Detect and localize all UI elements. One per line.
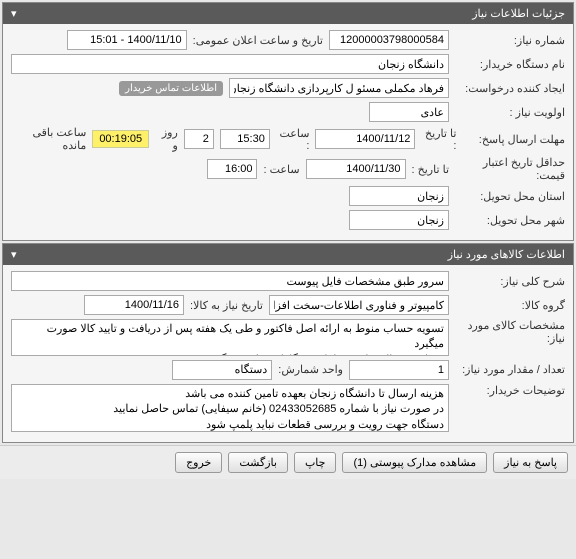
requester-input	[229, 78, 449, 98]
need-details-body: شماره نیاز: تاریخ و ساعت اعلان عمومی: نا…	[3, 24, 573, 240]
validity-time-input	[207, 159, 257, 179]
reply-time-label: ساعت :	[276, 127, 310, 152]
qty-label: تعداد / مقدار مورد نیاز:	[455, 363, 565, 376]
desc-input	[11, 271, 449, 291]
public-announce-input	[67, 30, 187, 50]
goods-info-panel: اطلاعات کالاهای مورد نیاز ▾ شرح کلی نیاز…	[2, 243, 574, 443]
specs-textarea	[11, 319, 449, 356]
specs-label: مشخصات کالای مورد نیاز:	[455, 319, 565, 345]
buyer-input	[11, 54, 449, 74]
need-details-panel: جزئیات اطلاعات نیاز ▾ شماره نیاز: تاریخ …	[2, 2, 574, 241]
goods-info-title: اطلاعات کالاهای مورد نیاز	[448, 248, 565, 261]
province-input	[349, 186, 449, 206]
notes-textarea	[11, 384, 449, 432]
collapse-icon[interactable]: ▾	[11, 248, 17, 261]
validity-date-input	[306, 159, 406, 179]
print-button[interactable]: چاپ	[294, 452, 337, 473]
unit-input	[172, 360, 272, 380]
city-label: شهر محل تحویل:	[455, 214, 565, 227]
action-button-row: پاسخ به نیاز مشاهده مدارک پیوستی (1) چاپ…	[0, 445, 576, 479]
notes-label: توضیحات خریدار:	[455, 384, 565, 397]
exit-button[interactable]: خروج	[175, 452, 222, 473]
requester-label: ایجاد کننده درخواست:	[455, 82, 565, 95]
validity-to-label: تا تاریخ :	[412, 163, 449, 176]
days-remaining-input	[184, 129, 214, 149]
back-button[interactable]: بازگشت	[228, 452, 288, 473]
days-label: روز و	[155, 126, 178, 152]
need-to-date-label: تاریخ نیاز به کالا:	[190, 299, 263, 312]
goods-info-header: اطلاعات کالاهای مورد نیاز ▾	[3, 244, 573, 265]
need-no-input	[329, 30, 449, 50]
group-label: گروه کالا:	[455, 299, 565, 312]
attachments-button[interactable]: مشاهده مدارک پیوستی (1)	[342, 452, 487, 473]
city-input	[349, 210, 449, 230]
reply-to-label: تا تاریخ :	[421, 127, 456, 152]
province-label: استان محل تحویل:	[455, 190, 565, 203]
priority-label: اولویت نیاز :	[455, 106, 565, 119]
need-no-label: شماره نیاز:	[455, 34, 565, 47]
unit-label: واحد شمارش:	[278, 363, 343, 376]
remain-label: ساعت باقی مانده	[11, 126, 86, 152]
buyer-label: نام دستگاه خریدار:	[455, 58, 565, 71]
goods-info-body: شرح کلی نیاز: گروه کالا: تاریخ نیاز به ک…	[3, 265, 573, 442]
reply-time-input	[220, 129, 270, 149]
validity-label: حداقل تاریخ اعتبار قیمت:	[455, 156, 565, 182]
panel2-header-icons: ▾	[11, 248, 17, 261]
countdown-timer: 00:19:05	[92, 130, 149, 148]
priority-input	[369, 102, 449, 122]
reply-deadline-label: مهلت ارسال پاسخ:	[462, 133, 565, 146]
reply-to-date-input	[315, 129, 415, 149]
need-to-date-input	[84, 295, 184, 315]
buyer-contact-badge[interactable]: اطلاعات تماس خریدار	[119, 81, 223, 96]
public-announce-label: تاریخ و ساعت اعلان عمومی:	[193, 34, 323, 47]
qty-input	[349, 360, 449, 380]
need-details-header: جزئیات اطلاعات نیاز ▾	[3, 3, 573, 24]
group-input	[269, 295, 449, 315]
desc-label: شرح کلی نیاز:	[455, 275, 565, 288]
panel-header-icons: ▾	[11, 7, 17, 20]
collapse-icon[interactable]: ▾	[11, 7, 17, 20]
validity-time-label: ساعت :	[263, 163, 299, 176]
need-details-title: جزئیات اطلاعات نیاز	[472, 7, 565, 20]
reply-button[interactable]: پاسخ به نیاز	[493, 452, 568, 473]
